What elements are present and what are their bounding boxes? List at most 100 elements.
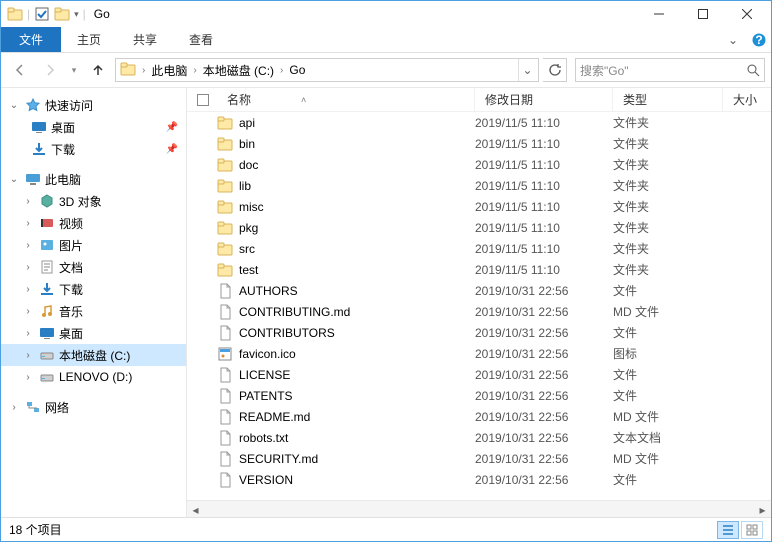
sidebar-item-network[interactable]: ›网络 [1, 396, 186, 418]
tab-share[interactable]: 共享 [117, 27, 173, 52]
column-header-size[interactable]: 大小 [723, 88, 771, 111]
search-placeholder: 搜索"Go" [580, 62, 746, 79]
file-row[interactable]: doc2019/11/5 11:10文件夹 [187, 154, 771, 175]
help-icon[interactable]: ? [747, 27, 771, 52]
ribbon-expand-icon[interactable]: ⌄ [719, 27, 747, 52]
file-date: 2019/10/31 22:56 [475, 410, 613, 424]
file-row[interactable]: bin2019/11/5 11:10文件夹 [187, 133, 771, 154]
sidebar-item-desktop-2[interactable]: ›桌面 [1, 322, 186, 344]
minimize-button[interactable] [637, 1, 681, 27]
qat-separator: | [83, 7, 86, 21]
sidebar-item-downloads[interactable]: 下载📌 [1, 138, 186, 160]
folder-icon [7, 6, 23, 22]
folder-icon [217, 178, 233, 194]
close-button[interactable] [725, 1, 769, 27]
sidebar-item-quick-access[interactable]: ⌄快速访问 [1, 94, 186, 116]
chevron-right-icon[interactable]: › [140, 65, 147, 76]
file-row[interactable]: README.md2019/10/31 22:56MD 文件 [187, 406, 771, 427]
desktop-icon [31, 119, 47, 135]
file-row[interactable]: CONTRIBUTORS2019/10/31 22:56文件 [187, 322, 771, 343]
file-row[interactable]: SECURITY.md2019/10/31 22:56MD 文件 [187, 448, 771, 469]
file-row[interactable]: AUTHORS2019/10/31 22:56文件 [187, 280, 771, 301]
file-row[interactable]: favicon.ico2019/10/31 22:56图标 [187, 343, 771, 364]
scroll-right-icon[interactable]: ▸ [754, 501, 771, 518]
chevron-right-icon[interactable]: › [278, 65, 285, 76]
tab-home[interactable]: 主页 [61, 27, 117, 52]
details-view-button[interactable] [717, 521, 739, 539]
sidebar-item-downloads-2[interactable]: ›下载 [1, 278, 186, 300]
folder-icon [217, 157, 233, 173]
breadcrumb-this-pc[interactable]: 此电脑 [147, 59, 191, 81]
horizontal-scrollbar[interactable]: ◂ ▸ [187, 500, 771, 517]
file-date: 2019/10/31 22:56 [475, 368, 613, 382]
music-icon [39, 303, 55, 319]
file-icon [217, 430, 233, 446]
file-row[interactable]: src2019/11/5 11:10文件夹 [187, 238, 771, 259]
search-input[interactable]: 搜索"Go" [575, 58, 765, 82]
file-type: 文件夹 [613, 219, 723, 236]
sidebar-item-3d-objects[interactable]: ›3D 对象 [1, 190, 186, 212]
file-name: pkg [239, 221, 475, 235]
tab-view[interactable]: 查看 [173, 27, 229, 52]
up-button[interactable] [85, 57, 111, 83]
file-date: 2019/10/31 22:56 [475, 284, 613, 298]
sidebar-item-music[interactable]: ›音乐 [1, 300, 186, 322]
column-header-date[interactable]: 修改日期 [475, 88, 613, 111]
star-icon [25, 97, 41, 113]
file-row[interactable]: VERSION2019/10/31 22:56文件 [187, 469, 771, 490]
file-date: 2019/11/5 11:10 [475, 263, 613, 277]
file-row[interactable]: robots.txt2019/10/31 22:56文本文档 [187, 427, 771, 448]
folder-icon [217, 115, 233, 131]
file-type: 文件夹 [613, 261, 723, 278]
file-row[interactable]: PATENTS2019/10/31 22:56文件 [187, 385, 771, 406]
column-header-type[interactable]: 类型 [613, 88, 723, 111]
sidebar-item-lenovo-d[interactable]: ›LENOVO (D:) [1, 366, 186, 388]
recent-dropdown-icon[interactable]: ▾ [67, 57, 81, 83]
file-type: 文件夹 [613, 156, 723, 173]
refresh-button[interactable] [543, 58, 567, 82]
qat-dropdown-icon[interactable]: ▾ [74, 9, 79, 20]
sidebar-item-documents[interactable]: ›文档 [1, 256, 186, 278]
file-row[interactable]: CONTRIBUTING.md2019/10/31 22:56MD 文件 [187, 301, 771, 322]
sidebar-item-local-c[interactable]: ›本地磁盘 (C:) [1, 344, 186, 366]
breadcrumb-local-c[interactable]: 本地磁盘 (C:) [199, 59, 278, 81]
tab-file[interactable]: 文件 [1, 27, 61, 52]
maximize-button[interactable] [681, 1, 725, 27]
checkbox-icon[interactable] [34, 6, 50, 22]
sidebar-item-this-pc[interactable]: ⌄此电脑 [1, 168, 186, 190]
file-type: 文件夹 [613, 114, 723, 131]
file-row[interactable]: LICENSE2019/10/31 22:56文件 [187, 364, 771, 385]
scroll-left-icon[interactable]: ◂ [187, 501, 204, 518]
sidebar-item-videos[interactable]: ›视频 [1, 212, 186, 234]
file-type: 文件 [613, 387, 723, 404]
file-date: 2019/10/31 22:56 [475, 431, 613, 445]
file-row[interactable]: lib2019/11/5 11:10文件夹 [187, 175, 771, 196]
address-dropdown-icon[interactable]: ⌄ [518, 59, 536, 81]
sidebar-item-desktop[interactable]: 桌面📌 [1, 116, 186, 138]
forward-button[interactable] [37, 57, 63, 83]
sidebar-item-pictures[interactable]: ›图片 [1, 234, 186, 256]
icons-view-button[interactable] [741, 521, 763, 539]
chevron-right-icon[interactable]: › [191, 65, 198, 76]
download-icon [31, 141, 47, 157]
file-row[interactable]: test2019/11/5 11:10文件夹 [187, 259, 771, 280]
file-row[interactable]: misc2019/11/5 11:10文件夹 [187, 196, 771, 217]
file-date: 2019/11/5 11:10 [475, 158, 613, 172]
address-bar[interactable]: › 此电脑 › 本地磁盘 (C:) › Go ⌄ [115, 58, 539, 82]
file-icon [217, 409, 233, 425]
file-date: 2019/10/31 22:56 [475, 389, 613, 403]
back-button[interactable] [7, 57, 33, 83]
file-icon [217, 283, 233, 299]
column-header-name[interactable]: 名称˄ [217, 88, 475, 111]
pc-icon [25, 171, 41, 187]
search-icon[interactable] [746, 63, 760, 77]
qat-folder-icon[interactable] [54, 6, 70, 22]
file-name: bin [239, 137, 475, 151]
download-icon [39, 281, 55, 297]
file-name: CONTRIBUTORS [239, 326, 475, 340]
file-row[interactable]: api2019/11/5 11:10文件夹 [187, 112, 771, 133]
breadcrumb-go[interactable]: Go [285, 59, 309, 81]
file-row[interactable]: pkg2019/11/5 11:10文件夹 [187, 217, 771, 238]
select-all-checkbox[interactable] [197, 94, 209, 106]
file-name: SECURITY.md [239, 452, 475, 466]
